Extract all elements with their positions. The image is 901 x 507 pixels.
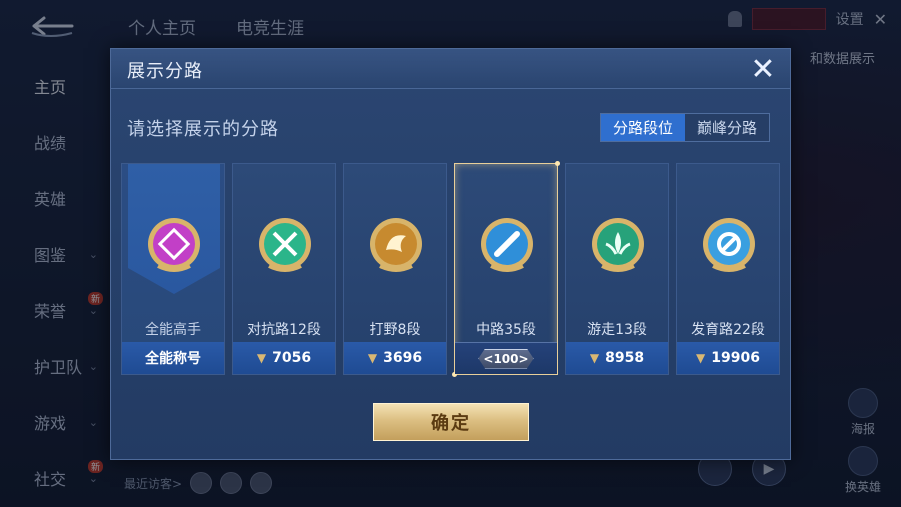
lane-label: 全能高手: [145, 322, 201, 338]
roam-emblem-icon: [588, 214, 648, 274]
lane-label: 打野8段: [369, 322, 421, 338]
lane-footer: <100>: [455, 342, 557, 374]
confirm-button[interactable]: 确定: [373, 403, 529, 441]
lane-footer: ▼ 7056: [233, 342, 335, 374]
lane-card-roam[interactable]: 游走13段 ▼ 8958: [565, 163, 669, 375]
lane-footer: 全能称号: [122, 342, 224, 374]
lane-card-farm[interactable]: 发育路22段 ▼ 19906: [676, 163, 780, 375]
toggle-peak-lane[interactable]: 巅峰分路: [685, 114, 769, 141]
display-lane-modal: 展示分路 ✕ 请选择展示的分路 分路段位 巅峰分路 全能高手 全能称号 对抗路1…: [110, 48, 791, 460]
lane-card-mid[interactable]: 中路35段 <100>: [452, 161, 560, 377]
lane-cards: 全能高手 全能称号 对抗路12段 ▼ 7056 打野8段 ▼ 3696 中路35…: [121, 161, 782, 377]
lane-footer-text: 8958: [605, 350, 645, 366]
all-round-emblem-icon: [144, 214, 204, 274]
lane-footer: ▼ 19906: [677, 342, 779, 374]
mid-lane-emblem-icon: [477, 214, 537, 274]
lane-footer-text: 3696: [383, 350, 423, 366]
modal-title: 展示分路: [127, 61, 203, 82]
lane-label: 发育路22段: [691, 322, 765, 338]
lane-label: 游走13段: [587, 322, 647, 338]
rank-points-icon: ▼: [256, 351, 267, 365]
lane-footer-text: 7056: [272, 350, 312, 366]
rank-badge: <100>: [478, 348, 534, 369]
lane-card-clash[interactable]: 对抗路12段 ▼ 7056: [232, 163, 336, 375]
lane-footer-text: <100>: [483, 351, 529, 366]
clash-lane-emblem-icon: [255, 214, 315, 274]
lane-card-jungle[interactable]: 打野8段 ▼ 3696: [343, 163, 447, 375]
close-button[interactable]: ✕: [746, 53, 780, 87]
rank-points-icon: ▼: [367, 351, 378, 365]
close-icon: ✕: [750, 52, 776, 87]
lane-footer: ▼ 3696: [344, 342, 446, 374]
lane-mode-toggle: 分路段位 巅峰分路: [600, 113, 770, 142]
lane-footer-text: 全能称号: [145, 351, 201, 367]
lane-label: 中路35段: [476, 322, 536, 338]
lane-footer: ▼ 8958: [566, 342, 668, 374]
lane-label: 对抗路12段: [247, 322, 321, 338]
lane-footer-text: 19906: [711, 350, 760, 366]
lane-card-all-round[interactable]: 全能高手 全能称号: [121, 163, 225, 375]
rank-points-icon: ▼: [589, 351, 600, 365]
rank-points-icon: ▼: [696, 351, 706, 365]
modal-header: [111, 49, 790, 89]
farm-lane-emblem-icon: [699, 214, 759, 274]
jungle-emblem-icon: [366, 214, 426, 274]
select-lane-prompt: 请选择展示的分路: [127, 119, 279, 140]
toggle-lane-rank[interactable]: 分路段位: [601, 114, 685, 141]
selection-corner: [555, 161, 560, 166]
